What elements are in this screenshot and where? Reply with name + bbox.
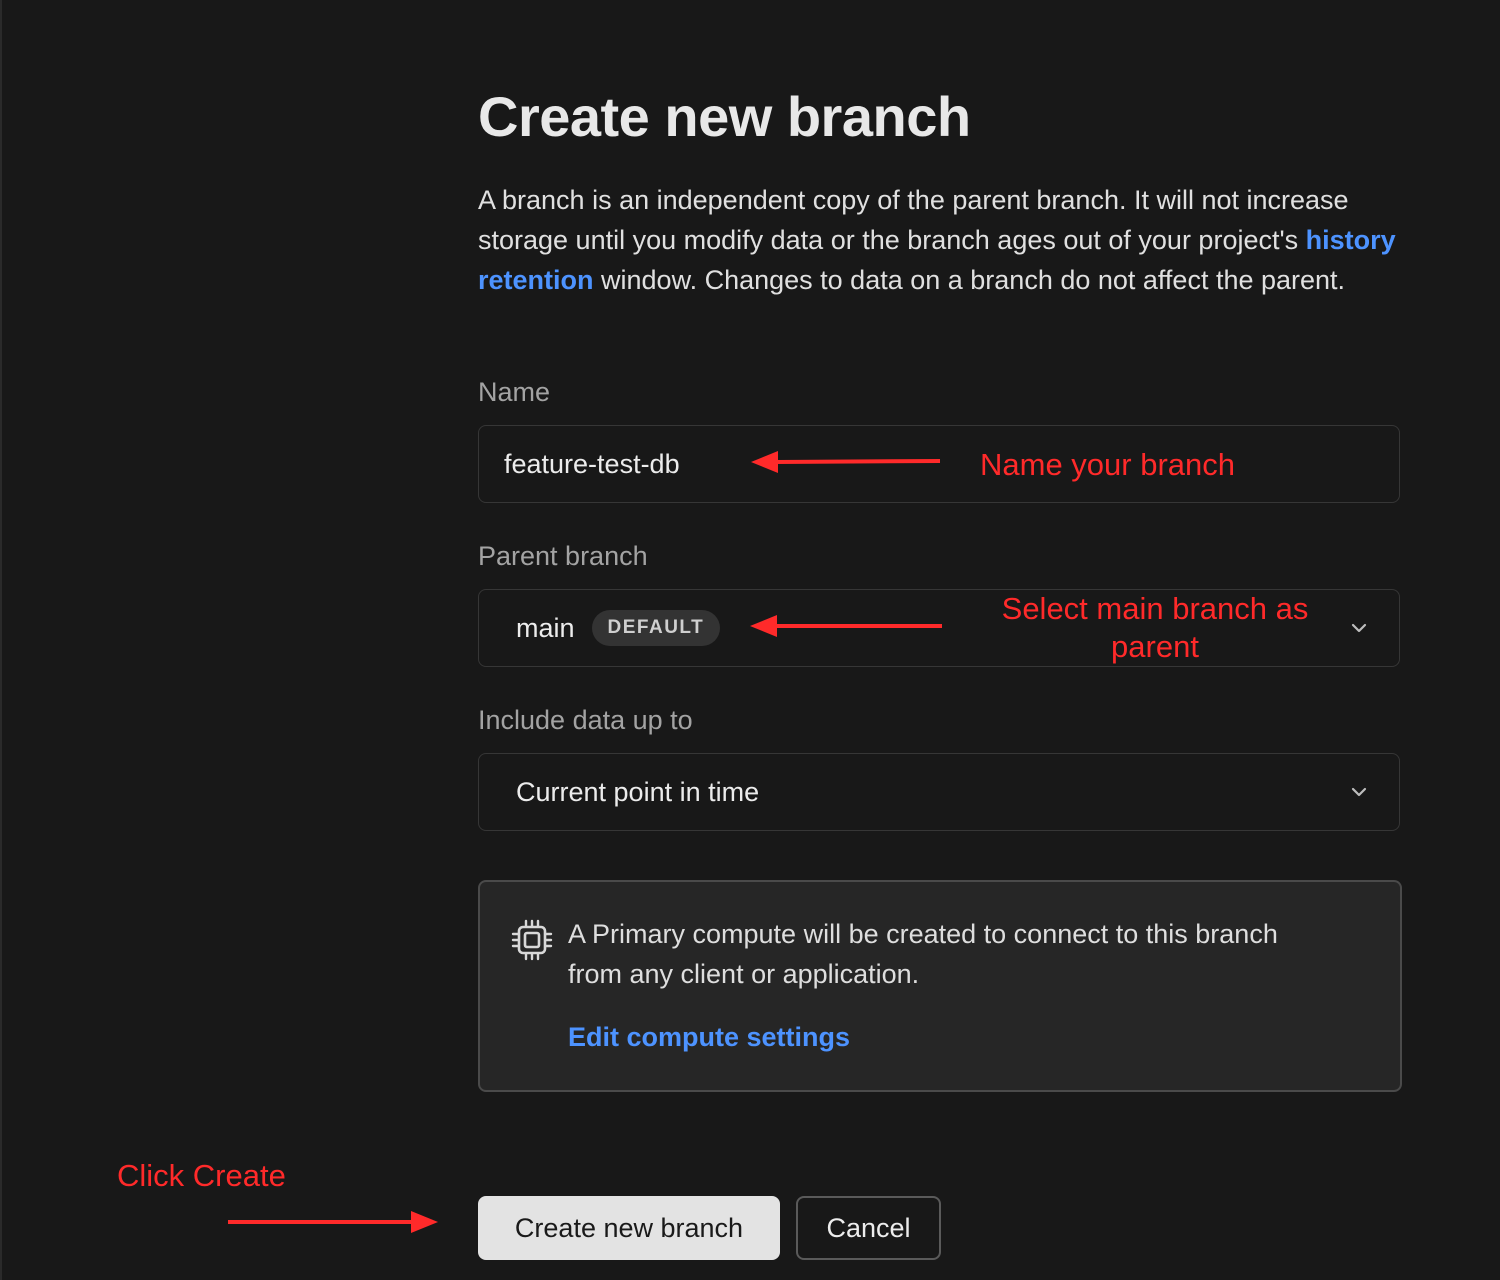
chevron-down-icon xyxy=(1351,623,1367,633)
compute-info-panel: A Primary compute will be created to con… xyxy=(478,880,1402,1092)
arrow-to-create-button xyxy=(228,1211,438,1233)
name-input-value: feature-test-db xyxy=(504,448,680,479)
cpu-chip-icon xyxy=(511,919,553,961)
compute-info-text: A Primary compute will be created to con… xyxy=(568,919,1278,989)
annotation-parent-hint: Select main branch as parent xyxy=(1001,591,1309,664)
include-data-value: Current point in time xyxy=(516,776,760,807)
name-input[interactable]: feature-test-db xyxy=(478,425,1400,503)
annotation-create-hint: Click Create xyxy=(117,1158,286,1193)
page-description: A branch is an independent copy of the p… xyxy=(478,180,1408,300)
include-data-label: Include data up to xyxy=(478,705,693,735)
create-new-branch-button[interactable]: Create new branch xyxy=(478,1196,780,1260)
name-label: Name xyxy=(478,377,551,407)
page-title: Create new branch xyxy=(478,85,971,148)
chevron-down-icon xyxy=(1351,787,1367,797)
annotation-name-hint: Name your branch xyxy=(980,447,1236,482)
window-edge xyxy=(0,0,2,1280)
description-text-end: window. Changes to data on a branch do n… xyxy=(593,265,1346,295)
parent-branch-value: main xyxy=(516,612,575,643)
description-text: A branch is an independent copy of the p… xyxy=(478,185,1349,255)
parent-branch-value-group: main DEFAULT xyxy=(516,590,721,666)
edit-compute-settings-link[interactable]: Edit compute settings xyxy=(568,1022,850,1053)
default-badge: DEFAULT xyxy=(591,610,721,646)
cancel-button[interactable]: Cancel xyxy=(796,1196,941,1260)
include-data-select[interactable]: Current point in time xyxy=(478,753,1400,831)
parent-branch-label: Parent branch xyxy=(478,541,648,571)
